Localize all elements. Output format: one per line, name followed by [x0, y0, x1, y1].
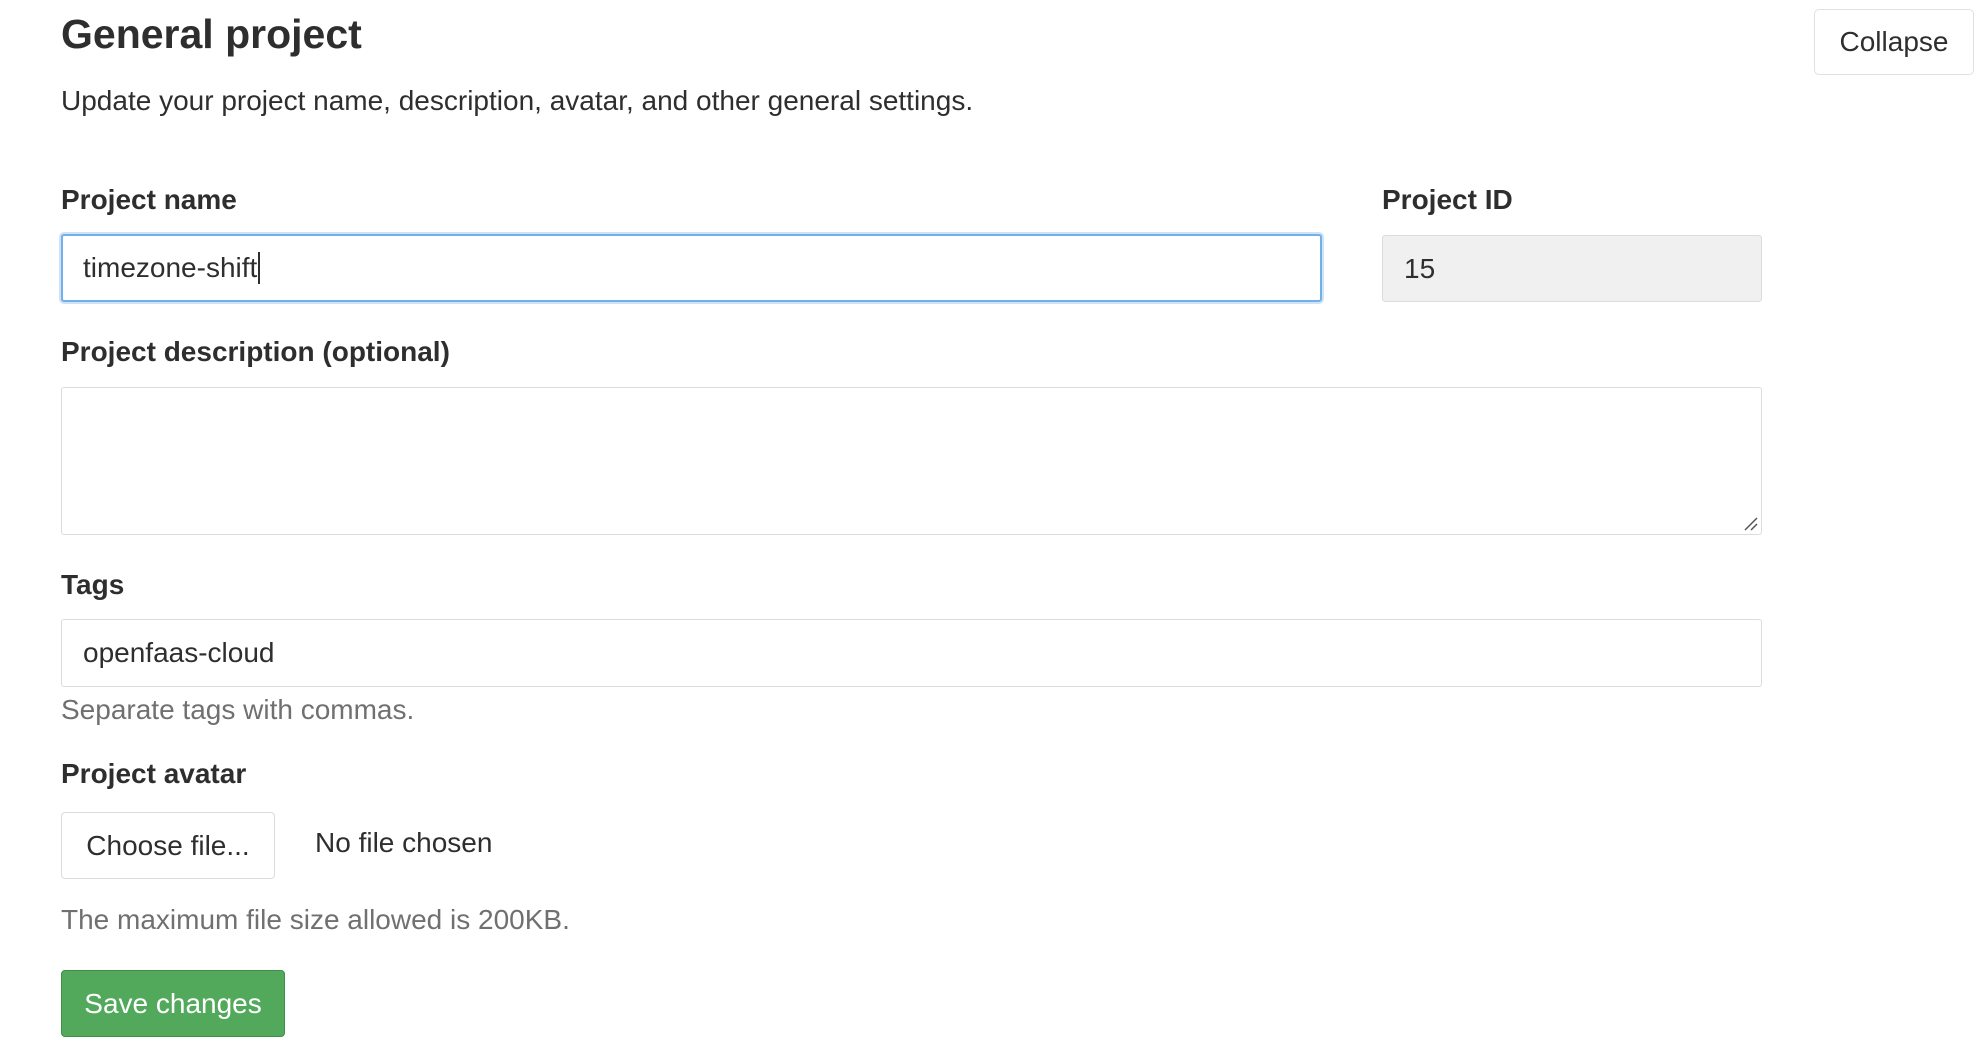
project-id-value: 15: [1404, 252, 1436, 284]
text-caret: [258, 252, 261, 284]
file-status-text: No file chosen: [315, 827, 493, 858]
project-description-label: Project description (optional): [61, 336, 450, 367]
choose-file-button[interactable]: Choose file...: [61, 812, 275, 879]
project-description-textarea[interactable]: [61, 387, 1762, 535]
project-id-label: Project ID: [1382, 184, 1513, 215]
project-name-value: timezone-shift: [83, 252, 258, 283]
tags-help-text: Separate tags with commas.: [61, 694, 415, 725]
section-description: Update your project name, description, a…: [61, 85, 974, 116]
project-id-field: 15: [1382, 235, 1762, 302]
avatar-help-text: The maximum file size allowed is 200KB.: [61, 904, 570, 935]
tags-value: openfaas-cloud: [83, 637, 275, 668]
section-title: General project: [61, 11, 362, 57]
collapse-button[interactable]: Collapse: [1814, 9, 1974, 75]
tags-input[interactable]: openfaas-cloud: [61, 619, 1762, 687]
tags-label: Tags: [61, 569, 125, 600]
save-changes-button[interactable]: Save changes: [61, 970, 285, 1037]
resize-grip-icon[interactable]: [1742, 515, 1758, 531]
project-avatar-label: Project avatar: [61, 758, 247, 789]
project-name-label: Project name: [61, 184, 237, 215]
project-name-input[interactable]: timezone-shift: [61, 234, 1322, 302]
